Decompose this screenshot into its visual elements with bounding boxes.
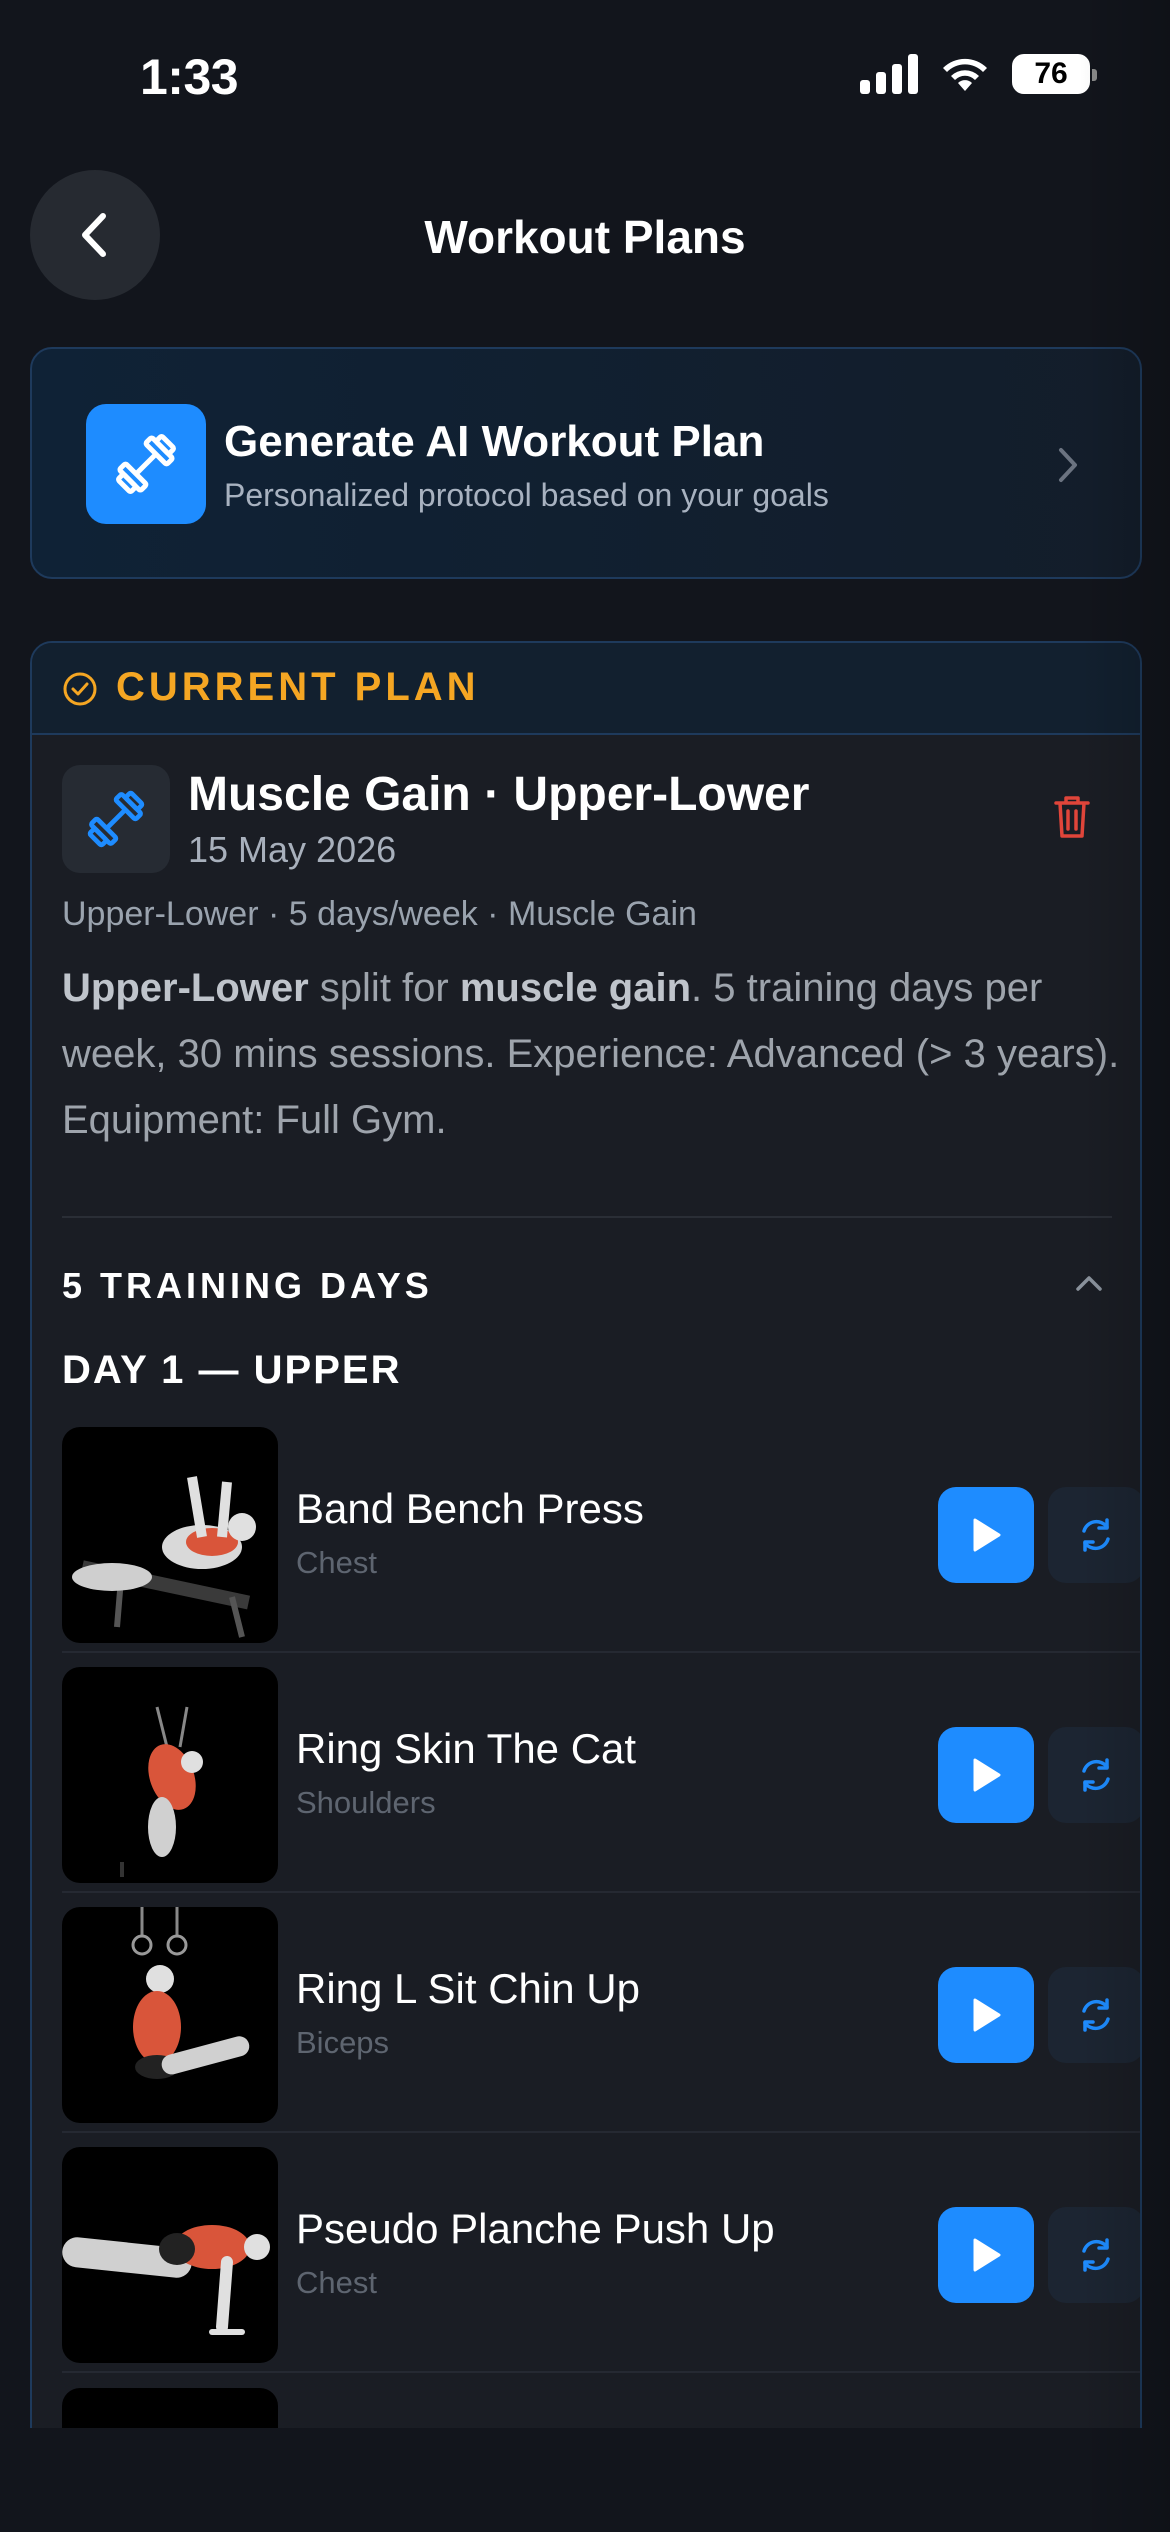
swap-icon [1082, 1758, 1110, 1792]
exercise-name: Ring L Sit Chin Up [296, 1965, 640, 2012]
swap-icon [1082, 1518, 1110, 1552]
check-circle-icon [63, 672, 97, 706]
swap-exercise-button[interactable] [1048, 2207, 1140, 2303]
exercise-thumbnail [62, 1667, 278, 1883]
plan-meta: Upper-Lower · 5 days/week · Muscle Gain [62, 895, 697, 933]
page-title: Workout Plans [424, 211, 746, 263]
row-divider [62, 1651, 1140, 1653]
play-icon [973, 1998, 1001, 2032]
dumbbell-icon [87, 790, 145, 848]
exercise-row[interactable]: Ring L Sit Chin Up Biceps [62, 1907, 1140, 2123]
bottom-area [0, 2428, 1170, 2532]
chevron-right-icon [1059, 448, 1077, 482]
battery-icon: 76 [1012, 54, 1097, 94]
workout-plans-screen: 1:33 76 Workout Plans Generate AI Workou… [0, 0, 1170, 2532]
exercise-thumbnail [62, 2147, 278, 2363]
row-divider [62, 2371, 1140, 2373]
exercise-row[interactable]: Pseudo Planche Push Up Chest [62, 2147, 1140, 2363]
exercise-muscle: Chest [296, 2265, 377, 2300]
play-exercise-button[interactable] [938, 2207, 1034, 2303]
swap-exercise-button[interactable] [1048, 1727, 1140, 1823]
play-icon [973, 1518, 1001, 1552]
dumbbell-icon [116, 434, 176, 494]
exercise-name: Ring Skin The Cat [296, 1725, 637, 1772]
exercise-row[interactable]: Band Bench Press Chest [62, 1427, 1140, 1643]
chevron-up-icon[interactable] [1074, 1273, 1104, 1293]
play-icon [973, 2238, 1001, 2272]
exercise-muscle: Chest [296, 1545, 377, 1580]
ai-plan-icon-tile [86, 404, 206, 524]
swap-icon [1082, 1998, 1110, 2032]
plan-icon-tile [62, 765, 170, 873]
training-days-label[interactable]: 5 TRAINING DAYS [62, 1265, 433, 1307]
swap-exercise-button[interactable] [1048, 1967, 1140, 2063]
delete-plan-button[interactable] [1052, 793, 1092, 846]
current-plan-card: CURRENT PLAN Muscle Gain · Upper-Lower 1… [30, 641, 1142, 2532]
generate-ai-plan-card[interactable]: Generate AI Workout Plan Personalized pr… [30, 347, 1142, 579]
exercise-thumbnail [62, 1427, 278, 1643]
play-exercise-button[interactable] [938, 1487, 1034, 1583]
current-plan-header: CURRENT PLAN [32, 643, 1140, 735]
section-divider [62, 1216, 1112, 1218]
status-bar: 1:33 76 [0, 0, 1170, 150]
exercise-name: Band Bench Press [296, 1485, 644, 1532]
ai-card-title: Generate AI Workout Plan [224, 417, 765, 466]
plan-date: 15 May 2026 [188, 829, 397, 870]
plan-title: Muscle Gain · Upper-Lower [188, 768, 810, 821]
swap-exercise-button[interactable] [1048, 1487, 1140, 1583]
swap-icon [1082, 2238, 1110, 2272]
trash-icon [1054, 796, 1090, 838]
play-exercise-button[interactable] [938, 1967, 1034, 2063]
status-time: 1:33 [140, 49, 239, 105]
exercise-thumbnail [62, 1907, 278, 2123]
exercise-muscle: Shoulders [296, 1785, 436, 1820]
row-divider [62, 1891, 1140, 1893]
ai-card-subtitle: Personalized protocol based on your goal… [224, 477, 829, 513]
play-icon [973, 1758, 1001, 1792]
wifi-icon [943, 58, 987, 91]
plan-description: Upper-Lower split for muscle gain. 5 tra… [62, 966, 1120, 1142]
status-icons: 76 [860, 54, 1097, 94]
exercise-muscle: Biceps [296, 2025, 390, 2060]
play-exercise-button[interactable] [938, 1727, 1034, 1823]
day-title: DAY 1 — UPPER [62, 1348, 402, 1392]
battery-level: 76 [1034, 57, 1068, 90]
current-plan-label: CURRENT PLAN [116, 665, 480, 709]
exercise-name: Pseudo Planche Push Up [296, 2205, 775, 2252]
cellular-signal-icon [860, 54, 918, 94]
exercise-row[interactable]: Ring Skin The Cat Shoulders [62, 1667, 1140, 1883]
row-divider [62, 2131, 1140, 2133]
